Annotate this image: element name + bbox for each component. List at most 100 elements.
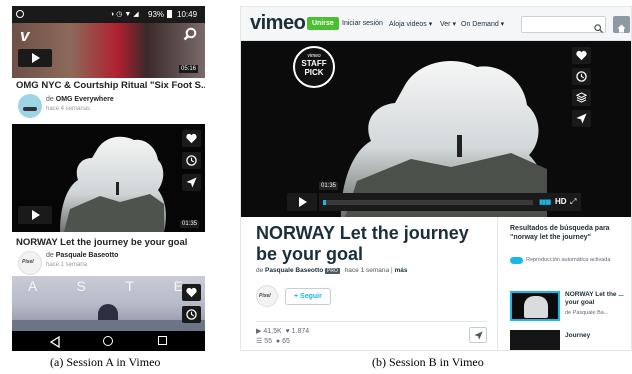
join-button[interactable]: Unirse	[307, 17, 339, 30]
author-link[interactable]: Pasquale Baseotto	[56, 252, 119, 259]
vimeo-v-logo-icon[interactable]: v	[20, 26, 29, 46]
result-thumbnail	[510, 330, 560, 350]
avatar[interactable]: Pixel	[256, 285, 278, 307]
collections-button[interactable]	[572, 89, 591, 106]
avatar[interactable]: Pixel	[18, 251, 42, 275]
upload-age: hace 1 semana	[46, 262, 88, 268]
top-video-thumbnail[interactable]: v 05:16	[12, 23, 205, 78]
divider	[256, 321, 488, 322]
play-button[interactable]	[18, 206, 52, 224]
video-title[interactable]: OMG NYC & Courtship Ritual "Six Foot S..…	[16, 80, 205, 91]
sidebar-heading: Resultados de búsqueda para "norway let …	[510, 225, 610, 241]
author-link[interactable]: OMG Everywhere	[56, 96, 114, 103]
caption-session-a: (a) Session A in Vimeo	[50, 355, 161, 369]
badge-line1: STAFF	[301, 59, 327, 68]
nav-on-demand[interactable]: On Demand ▾	[461, 20, 504, 28]
caption-session-b: (b) Session B in Vimeo	[372, 355, 484, 369]
time-tooltip: 01:35	[319, 182, 339, 190]
silhouette-image	[341, 61, 548, 217]
staff-pick-badge: vimeo STAFF PICK	[293, 46, 335, 88]
autoplay-toggle[interactable]	[510, 257, 523, 264]
upload-age: hace 4 semanas	[46, 106, 91, 112]
more-link[interactable]: más	[394, 267, 407, 274]
status-bar: ◑◷▼◢ 93% 10:49	[12, 6, 205, 23]
video-player[interactable]: vimeo STAFF PICK 01:35 ▮▮▮▮ HD ⤢	[241, 41, 631, 217]
sidebar-result-item[interactable]: NORWAY Let the ... your goal de Pasquale…	[510, 291, 630, 323]
upload-age: hace 1 semana	[344, 267, 390, 274]
video-info-norway[interactable]: NORWAY Let the journey be your goal Pixe…	[12, 232, 205, 276]
player-controls: 01:35 ▮▮▮▮ HD ⤢	[319, 182, 581, 211]
nav-watch[interactable]: Ver ▾	[440, 20, 456, 28]
search-icon[interactable]	[183, 27, 197, 46]
author-link[interactable]: Pasquale Baseotto	[265, 267, 323, 274]
like-button[interactable]	[182, 130, 201, 147]
progress-bar[interactable]	[323, 200, 533, 205]
hd-toggle[interactable]: HD	[555, 197, 567, 206]
battery-level: 93%	[148, 10, 165, 19]
fullscreen-icon[interactable]: ⤢	[570, 197, 576, 207]
clock: 10:49	[177, 10, 198, 19]
nav-login[interactable]: Iniciar sesión	[342, 20, 383, 27]
silhouette-image	[60, 136, 166, 232]
result-title: NORWAY Let the ... your goal	[565, 291, 624, 306]
video-duration: 05:16	[179, 65, 199, 73]
share-button[interactable]	[182, 174, 201, 191]
home-icon[interactable]	[103, 336, 113, 346]
search-results-sidebar: Resultados de búsqueda para "norway let …	[497, 217, 631, 350]
comments-count: 65	[282, 338, 290, 345]
home-button[interactable]	[613, 16, 630, 33]
video-thumbnail-aste[interactable]: A S T E	[12, 276, 205, 331]
video-info: NORWAY Let the journey be your goal de P…	[241, 217, 497, 350]
search-input[interactable]	[521, 16, 606, 33]
avatar[interactable]	[18, 94, 42, 118]
watch-later-button[interactable]	[182, 152, 201, 169]
volume-icon[interactable]: ▮▮▮▮	[539, 198, 551, 206]
collections-icon: ☰	[256, 338, 263, 345]
by-prefix: de	[46, 96, 54, 103]
site-header: vimeo Unirse Iniciar sesión Aloja videos…	[241, 7, 631, 41]
video-duration: 01:35	[180, 220, 200, 228]
autoplay-label: Reproducción automática activada	[526, 257, 611, 263]
video-title[interactable]: NORWAY Let the journey be your goal	[16, 237, 187, 248]
like-button[interactable]	[182, 284, 201, 301]
signal-icons: ◑◷▼◢	[110, 11, 141, 18]
follow-button[interactable]: + Seguir	[285, 288, 331, 305]
by-prefix: de	[256, 267, 264, 274]
video-info-omg[interactable]: OMG NYC & Courtship Ritual "Six Foot S..…	[12, 78, 205, 121]
session-b-browser: vimeo Unirse Iniciar sesión Aloja videos…	[240, 6, 632, 351]
pro-badge: PRO	[325, 268, 340, 274]
notification-icon	[16, 10, 24, 18]
battery-icon	[167, 10, 172, 18]
result-title: Journey	[565, 332, 591, 339]
watch-later-button[interactable]	[572, 68, 591, 85]
video-title: NORWAY Let the journey be your goal	[256, 223, 469, 264]
like-button[interactable]	[572, 47, 591, 64]
play-button[interactable]	[287, 193, 317, 211]
result-thumbnail	[510, 291, 560, 321]
nav-upload[interactable]: Aloja videos ▾	[389, 20, 432, 28]
video-thumbnail-norway[interactable]: 01:35	[12, 124, 205, 232]
watch-later-button[interactable]	[182, 306, 201, 323]
session-a-phone: ◑◷▼◢ 93% 10:49 v 05:16 OMG NYC & Courtsh…	[12, 6, 205, 351]
home-icon	[617, 20, 626, 38]
result-author: de Pasquale Ba...	[565, 310, 609, 316]
likes-icon: ♥	[285, 328, 290, 335]
plays-count: 41,5K	[263, 328, 282, 335]
by-prefix: de	[46, 252, 54, 259]
recents-icon[interactable]	[158, 336, 167, 345]
comments-icon: ●	[275, 338, 281, 345]
vimeo-logo[interactable]: vimeo	[250, 12, 306, 35]
plays-icon: ▶	[256, 328, 262, 335]
share-button[interactable]	[469, 327, 487, 343]
back-icon[interactable]	[49, 335, 60, 351]
android-nav-bar	[12, 331, 205, 351]
search-icon[interactable]	[594, 20, 603, 38]
likes-count: 1.874	[291, 328, 310, 335]
video-stats: ▶ 41,5K ♥ 1.874 ☰ 55 ● 65	[256, 327, 309, 347]
sidebar-result-item[interactable]: Journey	[510, 330, 630, 350]
thumbnail-text: A S T E	[28, 278, 201, 294]
share-button[interactable]	[572, 110, 591, 127]
badge-line2: PICK	[304, 68, 324, 77]
collections-count: 55	[264, 338, 273, 345]
play-button[interactable]	[18, 49, 52, 67]
